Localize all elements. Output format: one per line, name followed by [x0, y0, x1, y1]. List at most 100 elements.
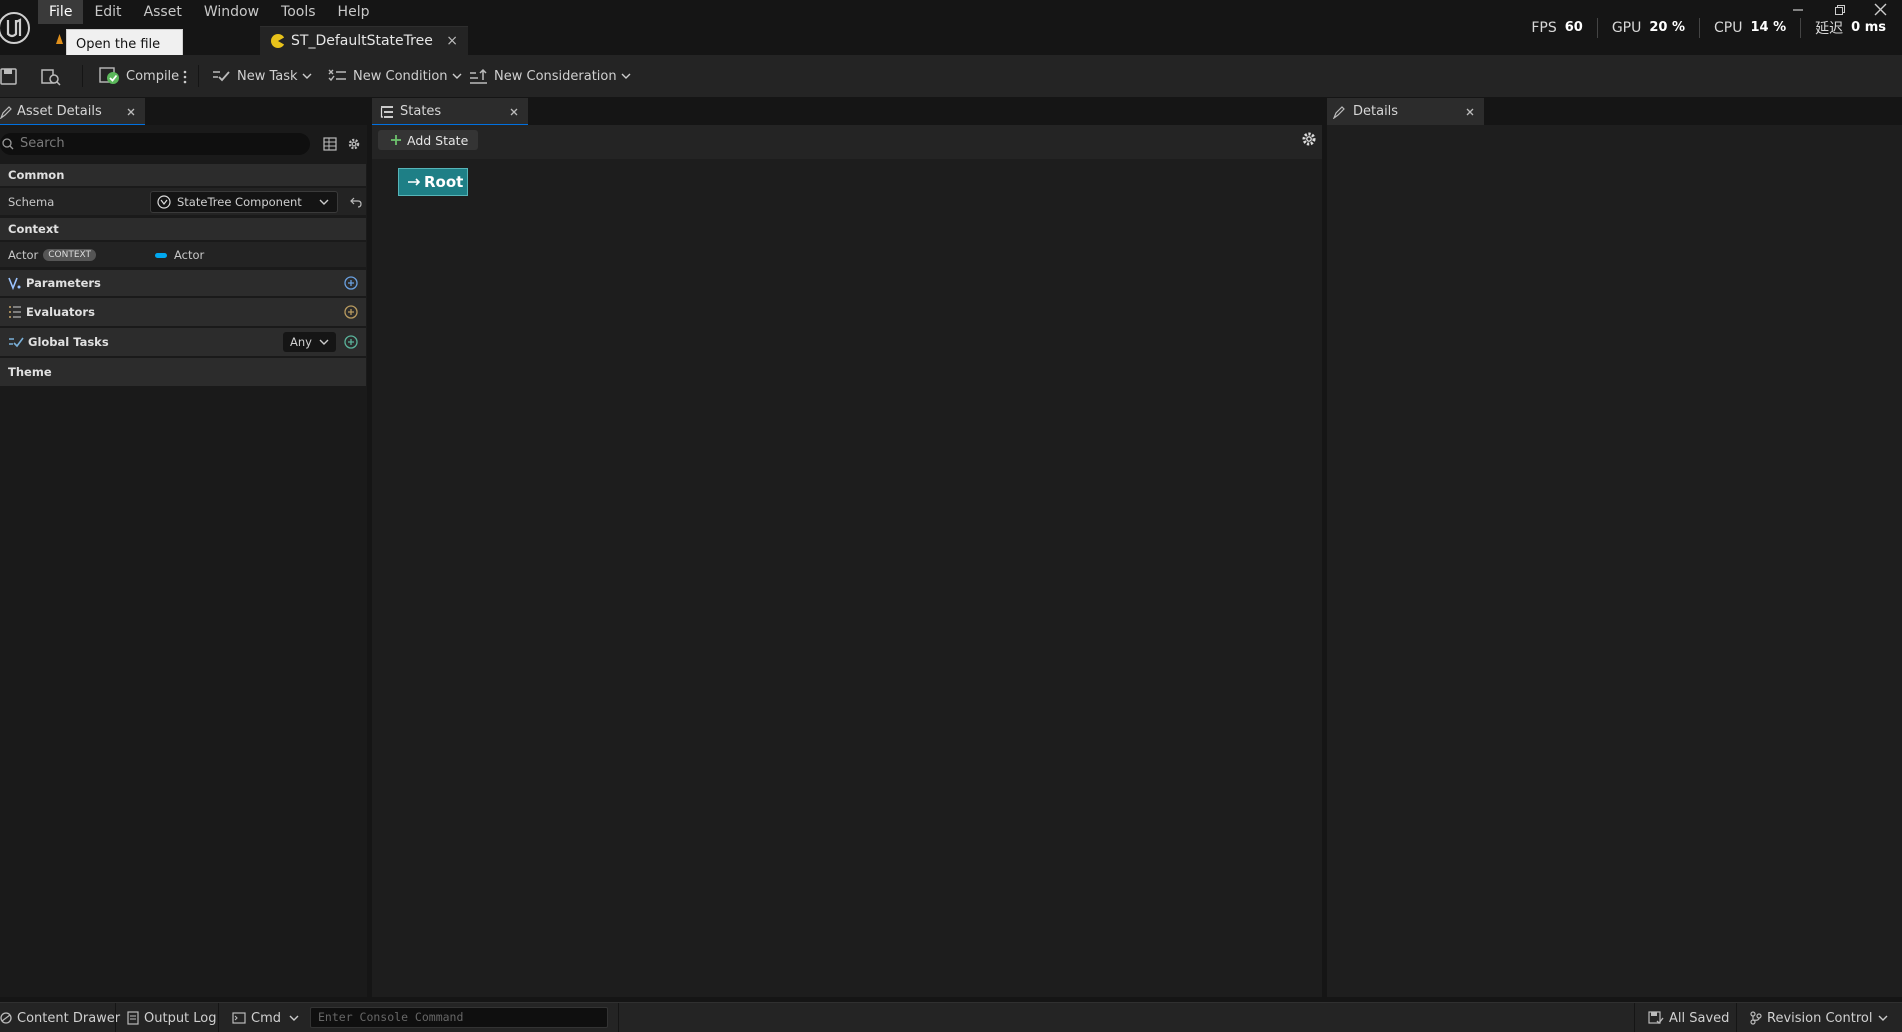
main-toolbar: Compile New Task New Condition New Consi… [0, 55, 1902, 97]
statusbar-separator [1634, 1003, 1635, 1032]
output-log-icon [127, 1011, 139, 1025]
statusbar-separator [618, 1003, 619, 1032]
global-tasks-mode-value: Any [290, 335, 312, 349]
console-placeholder: Enter Console Command [318, 1010, 464, 1024]
gpu-label: GPU [1611, 19, 1642, 36]
states-panel [372, 125, 1322, 997]
new-consideration-icon [470, 68, 487, 84]
new-consideration-label: New Consideration [494, 68, 617, 84]
gear-icon[interactable] [1301, 131, 1317, 147]
latency-value: 0 ms [1851, 20, 1886, 35]
new-condition-button[interactable]: New Condition [328, 55, 467, 97]
details-tab[interactable]: Details [1327, 98, 1484, 125]
new-condition-label: New Condition [353, 68, 448, 84]
schema-value: StateTree Component [177, 195, 302, 209]
category-common-label: Common [8, 168, 65, 182]
close-icon[interactable]: × [446, 27, 458, 55]
save-icon[interactable] [0, 67, 20, 87]
add-parameter-icon[interactable] [344, 276, 358, 290]
unreal-engine-logo-icon[interactable] [0, 8, 31, 48]
new-task-button[interactable]: New Task [212, 55, 317, 97]
details-pencil-icon [0, 105, 12, 119]
gear-icon[interactable] [347, 137, 361, 151]
browse-asset-icon[interactable] [41, 67, 61, 87]
asset-details-tab[interactable]: Asset Details [0, 98, 145, 125]
schema-combobox[interactable]: StateTree Component [150, 191, 338, 213]
compile-icon [99, 67, 119, 84]
fps-stat: FPS 60 [1517, 18, 1596, 38]
context-badge: CONTEXT [43, 248, 97, 261]
close-window-icon[interactable] [1874, 3, 1887, 16]
title-bar: File Edit Asset Window Tools Help ST_Def… [0, 0, 1902, 55]
schema-label: Schema [8, 194, 55, 209]
new-task-label: New Task [237, 68, 298, 84]
category-context[interactable]: Context [0, 218, 366, 240]
arrow-right-icon [408, 178, 421, 186]
new-consideration-button[interactable]: New Consideration [469, 55, 636, 97]
add-state-button[interactable]: Add State [378, 130, 478, 150]
statusbar-separator [1736, 1003, 1737, 1032]
category-common[interactable]: Common [0, 164, 366, 186]
actor-value: Actor [174, 248, 205, 262]
chevron-down-icon [319, 199, 329, 205]
cmd-dropdown[interactable]: Cmd [232, 1003, 304, 1032]
category-evaluators[interactable]: Evaluators [0, 298, 366, 326]
actor-row: Actor CONTEXT Actor [0, 242, 366, 268]
property-matrix-icon[interactable] [323, 137, 337, 151]
menu-asset[interactable]: Asset [133, 0, 193, 24]
latency-label: 延迟 [1815, 20, 1844, 37]
reset-to-default-icon[interactable] [350, 196, 362, 208]
menu-help[interactable]: Help [327, 0, 381, 24]
menu-file[interactable]: File [38, 0, 84, 24]
schema-class-icon [157, 195, 171, 209]
document-tab[interactable]: ST_DefaultStateTree × [260, 26, 468, 55]
search-input[interactable]: Search [0, 133, 310, 155]
compile-button[interactable]: Compile [99, 55, 179, 97]
actor-pin-icon [155, 253, 167, 258]
category-context-label: Context [8, 222, 59, 236]
console-command-input[interactable]: Enter Console Command [310, 1007, 608, 1028]
states-tab[interactable]: States [372, 98, 528, 125]
global-tasks-mode-dropdown[interactable]: Any [283, 332, 336, 352]
revision-control-icon [1750, 1011, 1762, 1025]
evaluators-icon [9, 306, 21, 318]
add-state-label: Add State [407, 132, 469, 148]
category-parameters[interactable]: Parameters [0, 270, 366, 296]
close-icon[interactable] [1466, 108, 1474, 116]
category-theme[interactable]: Theme [0, 358, 366, 386]
category-parameters-label: Parameters [26, 276, 101, 290]
add-global-task-icon[interactable] [344, 335, 358, 349]
content-drawer-icon [0, 1012, 12, 1024]
output-log-button[interactable]: Output Log [127, 1003, 217, 1032]
compile-options-icon[interactable] [182, 67, 188, 87]
parameters-icon [8, 277, 21, 290]
states-tree-icon [380, 105, 393, 118]
save-all-icon [1648, 1011, 1664, 1025]
category-global-tasks[interactable]: Global Tasks Any [0, 328, 366, 356]
close-icon[interactable] [127, 108, 135, 116]
states-toolbar [372, 125, 1322, 159]
close-icon[interactable] [510, 108, 518, 116]
chevron-down-icon [302, 73, 312, 79]
menu-window[interactable]: Window [193, 0, 270, 24]
latency-stat: 延迟 0 ms [1800, 17, 1902, 38]
root-state-node[interactable]: Root [398, 168, 468, 196]
search-placeholder: Search [20, 136, 65, 151]
restore-icon[interactable] [1834, 4, 1846, 16]
state-tree-asset-icon [271, 34, 285, 48]
add-evaluator-icon[interactable] [344, 305, 358, 319]
chevron-down-icon [289, 1015, 299, 1021]
content-drawer-button[interactable]: Content Drawer [0, 1003, 120, 1032]
menu-edit[interactable]: Edit [83, 0, 132, 24]
details-panel [1327, 125, 1902, 997]
revision-control-button[interactable]: Revision Control [1750, 1003, 1893, 1032]
statusbar-separator [115, 1003, 116, 1032]
schema-row: Schema StateTree Component [0, 188, 366, 216]
minimize-icon[interactable] [1792, 8, 1804, 12]
global-tasks-icon [9, 337, 24, 348]
document-tab-label: ST_DefaultStateTree [291, 33, 433, 49]
chevron-down-icon [1878, 1015, 1888, 1021]
terminal-icon [232, 1012, 246, 1024]
menu-tools[interactable]: Tools [270, 0, 327, 24]
all-saved-button[interactable]: All Saved [1648, 1003, 1729, 1032]
